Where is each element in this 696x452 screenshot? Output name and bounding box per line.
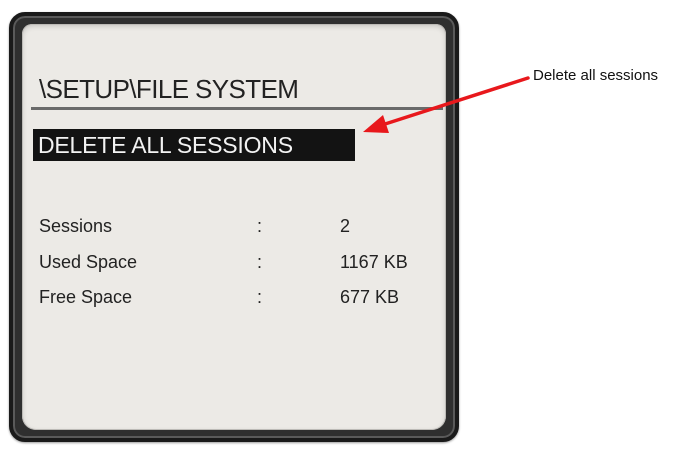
page-title: \SETUP\FILE SYSTEM xyxy=(39,74,299,104)
used-space-label: Used Space xyxy=(39,252,138,272)
free-space-value: 677 KB xyxy=(340,287,400,307)
used-space-separator: : xyxy=(257,252,263,272)
used-space-value: 1167 KB xyxy=(340,252,408,272)
sessions-label: Sessions xyxy=(39,216,113,236)
sessions-value: 2 xyxy=(340,216,351,236)
free-space-label: Free Space xyxy=(39,287,133,307)
sessions-separator: : xyxy=(257,216,263,236)
delete-all-sessions-menu-item[interactable]: DELETE ALL SESSIONS xyxy=(33,129,355,161)
callout-label: Delete all sessions xyxy=(533,67,659,84)
title-divider xyxy=(31,107,443,110)
free-space-separator: : xyxy=(257,287,263,307)
